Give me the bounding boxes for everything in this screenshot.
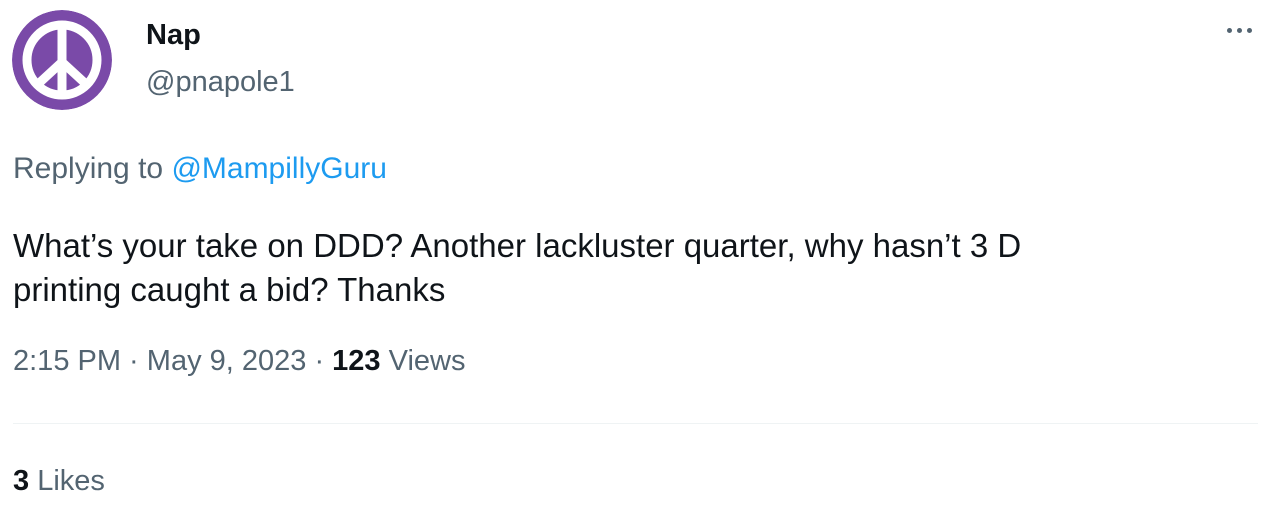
dot — [1227, 28, 1232, 33]
tweet: Nap @pnapole1 Replying to @MampillyGuru … — [0, 0, 1272, 528]
meta-separator: · — [306, 345, 333, 377]
peace-sign-icon[interactable] — [12, 10, 112, 110]
likes-label: Likes — [37, 465, 105, 497]
views-count: 123 — [332, 345, 381, 377]
tweet-date[interactable]: May 9, 2023 — [147, 345, 307, 377]
more-dots-icon[interactable] — [1221, 22, 1258, 39]
meta-separator: · — [121, 345, 147, 377]
views-label: Views — [388, 345, 466, 377]
replying-to-label: Replying to — [13, 152, 164, 185]
likes-link[interactable]: 3 Likes — [13, 465, 105, 498]
dot — [1237, 28, 1242, 33]
dot — [1247, 28, 1252, 33]
replying-to-handle-link[interactable]: @MampillyGuru — [171, 152, 387, 185]
tweet-text: What’s your take on DDD? Another lacklus… — [13, 227, 1022, 308]
replying-to: Replying to @MampillyGuru — [13, 152, 387, 186]
divider — [13, 423, 1258, 424]
tweet-time[interactable]: 2:15 PM — [13, 345, 121, 377]
likes-count: 3 — [13, 465, 30, 497]
author-handle[interactable]: @pnapole1 — [146, 66, 295, 99]
tweet-meta: 2:15 PM · May 9, 2023 · 123 Views — [13, 345, 465, 378]
author-name[interactable]: Nap — [146, 19, 201, 52]
